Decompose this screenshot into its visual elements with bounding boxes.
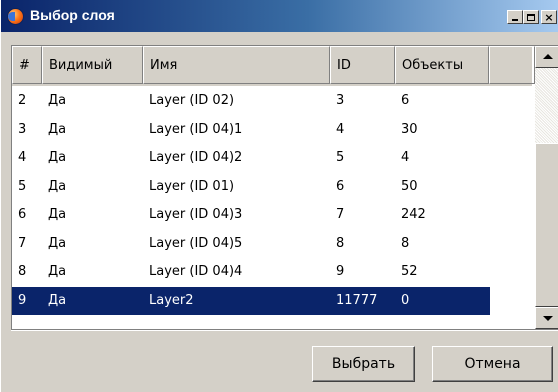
cell-objects: 30 [401,121,418,137]
column-header-name[interactable]: Имя [143,46,330,84]
scroll-up-button[interactable] [535,46,558,68]
cell-id: 5 [336,150,345,165]
cell-id: 8 [336,235,345,251]
cell-objects: 242 [401,207,426,222]
cell-visible: Да [48,178,67,194]
cell-name: Layer (ID 02) [149,93,235,108]
column-header-objects[interactable]: Объекты [395,46,489,84]
column-header-filler [489,46,535,84]
cell-visible: Да [48,207,67,222]
cell-objects: 4 [401,150,410,165]
table-row[interactable]: 7 Да Layer (ID 04)5 8 8 [12,230,490,258]
cell-id: 7 [336,207,345,222]
cell-id: 6 [336,178,345,194]
cell-number: 2 [18,93,27,108]
cell-name: Layer (ID 04)3 [149,207,243,222]
table-header: # Видимый Имя ID Объекты [12,46,535,86]
minimize-icon [512,19,518,21]
arrow-up-icon [543,54,553,59]
cell-objects: 50 [401,178,418,194]
cell-number: 4 [18,150,27,165]
cell-visible: Да [48,264,67,279]
title-bar[interactable]: Выбор слоя × [1,0,558,32]
table-row[interactable]: 8 Да Layer (ID 04)4 9 52 [12,258,490,286]
cell-number: 7 [18,235,27,251]
layer-select-dialog: Выбор слоя × # Видимый Имя ID Объекты 2 Д… [0,0,558,392]
cell-name: Layer2 [149,292,194,308]
cancel-button[interactable]: Отмена [432,346,553,382]
table-row[interactable]: 5 Да Layer (ID 01) 6 50 [12,173,490,201]
layer-table[interactable]: # Видимый Имя ID Объекты 2 Да Layer (ID 02… [11,45,558,329]
vertical-scrollbar[interactable] [535,46,558,329]
scrollbar-track[interactable] [535,68,558,143]
scrollbar-thumb[interactable] [535,143,558,307]
cell-number: 6 [18,207,27,222]
table-row[interactable]: 2 Да Layer (ID 02) 3 6 [12,87,490,115]
close-icon: × [544,10,554,24]
cell-visible: Да [48,93,67,108]
cell-number: 5 [18,178,27,194]
cell-objects: 8 [401,235,410,251]
column-header-number[interactable]: # [12,46,42,84]
scroll-down-button[interactable] [535,307,558,329]
cell-visible: Да [48,150,67,165]
cell-objects: 52 [401,264,418,279]
cell-visible: Да [48,292,67,308]
cell-number: 3 [18,121,27,137]
cell-number: 8 [18,264,27,279]
divider [11,329,558,331]
app-globe-icon [8,9,23,24]
cell-objects: 6 [401,93,410,108]
maximize-icon [527,13,535,21]
cell-name: Layer (ID 01) [149,178,235,194]
cell-id: 11777 [336,292,378,308]
table-row[interactable]: 6 Да Layer (ID 04)3 7 242 [12,201,490,229]
window-title: Выбор слоя [30,7,115,23]
close-button[interactable]: × [541,10,557,24]
cell-id: 3 [336,93,345,108]
maximize-button[interactable] [523,10,539,24]
cell-objects: 0 [401,292,410,308]
arrow-down-icon [543,316,553,321]
cell-visible: Да [48,235,67,251]
select-button[interactable]: Выбрать [312,346,415,382]
cell-name: Layer (ID 04)4 [149,264,243,279]
cell-visible: Да [48,121,67,137]
cell-id: 9 [336,264,345,279]
cell-number: 9 [18,292,27,308]
column-header-visible[interactable]: Видимый [42,46,143,84]
minimize-button[interactable] [507,10,523,24]
cell-name: Layer (ID 04)1 [149,121,243,137]
table-row[interactable]: 3 Да Layer (ID 04)1 4 30 [12,116,490,144]
cell-name: Layer (ID 04)5 [149,235,243,251]
table-row[interactable]: 4 Да Layer (ID 04)2 5 4 [12,144,490,172]
table-row[interactable]: 9 Да Layer2 11777 0 [12,286,490,315]
column-header-id[interactable]: ID [330,46,395,84]
cell-id: 4 [336,121,345,137]
cell-name: Layer (ID 04)2 [149,150,243,165]
